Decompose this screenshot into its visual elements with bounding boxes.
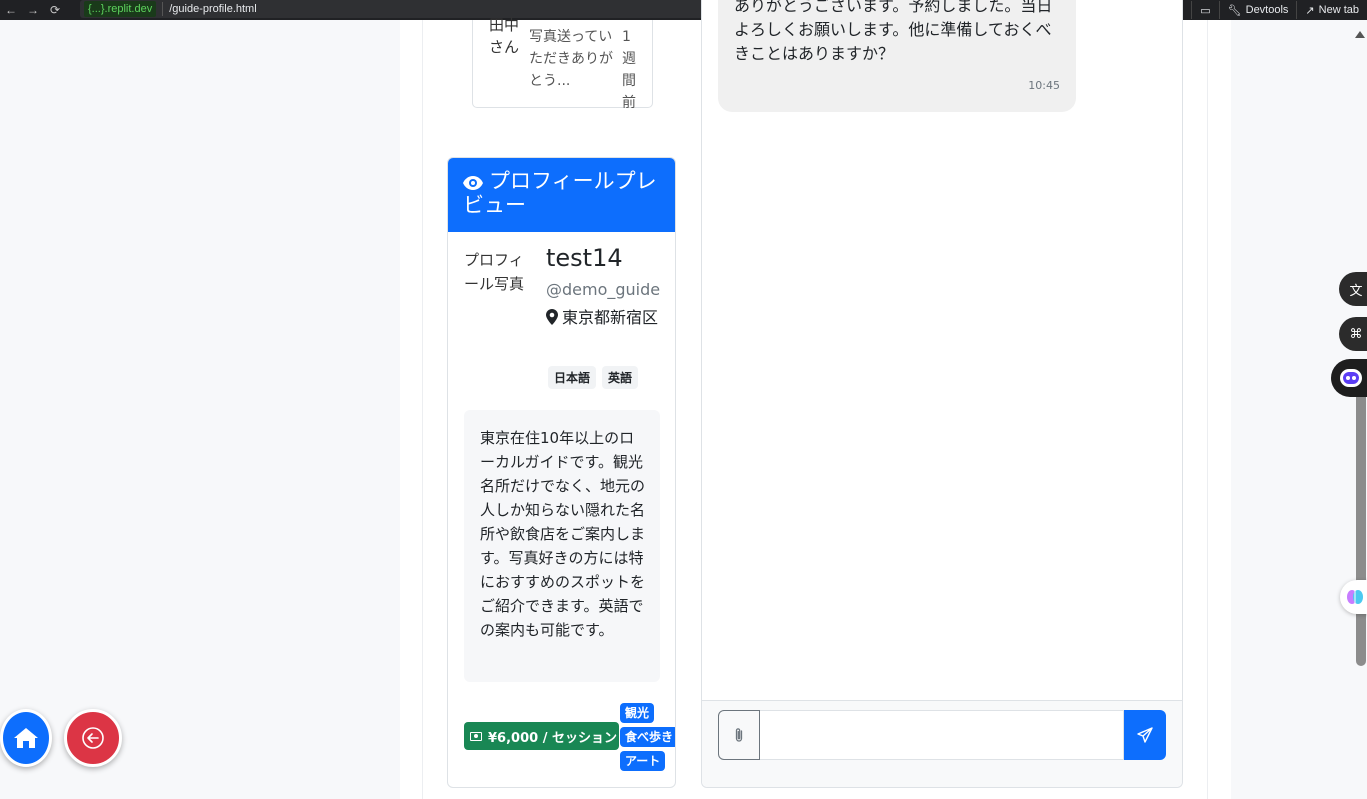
profile-preview-title: プロフィールプレビュー [463,169,657,217]
message-input[interactable] [760,710,1124,760]
new-tab-button[interactable]: ↗ New tab [1296,1,1367,19]
profile-preview-card: プロフィールプレビュー プロフィール写真 test14 @demo_guide … [447,157,676,788]
replit-domain-tag: {...}.replit.dev [84,1,157,17]
conversation-time: 1週間前 [622,29,636,111]
send-icon [1137,727,1153,743]
scrollbar-thumb[interactable] [1356,388,1366,666]
eye-icon [463,176,483,190]
profile-username: test14 [546,244,623,272]
language-badges: 日本語 英語 [548,366,639,389]
profile-preview-header: プロフィールプレビュー [448,158,675,232]
specialty-tag: 観光 [620,703,655,723]
conversation-list-item[interactable]: 田中さん 写真送っていただきありがとう... 1週間前 [472,16,653,111]
chat-panel: ありがとうございます。予約しました。当日 よろしくお願いします。他に準備しておく… [701,0,1183,788]
reload-icon[interactable]: ⟳ [44,3,66,17]
screen-icon[interactable]: ▭ [1191,1,1218,19]
paperclip-icon [735,728,743,742]
specialty-tag: アート [620,751,666,771]
translate-icon[interactable]: 文 [1339,272,1367,306]
robot-face-icon [1340,369,1362,387]
url-divider [162,2,164,16]
location-text: 東京都新宿区 [562,308,659,327]
profile-handle: @demo_guide [546,280,661,299]
arrow-left-circle-icon [82,727,104,749]
message-text: よろしくお願いします。他に準備しておくべきことはありますか？ [734,20,1052,63]
cash-icon [470,731,482,741]
attach-button[interactable] [718,710,760,760]
back-button[interactable] [64,709,122,767]
forward-arrow-icon[interactable]: → [22,3,44,17]
specialty-tags: 観光 食べ歩き アート [620,703,675,771]
apps-grid-icon[interactable]: ⌘ [1339,317,1367,351]
wrench-icon: 🔧︎ [1227,4,1242,17]
external-link-icon: ↗ [1305,4,1315,17]
message-time: 10:45 [1028,79,1060,92]
map-pin-icon [546,309,558,325]
scrollbar-up-arrow[interactable] [1355,31,1365,38]
new-tab-label: New tab [1318,4,1359,16]
avatar: 田中さん [489,16,520,56]
specialty-tag: 食べ歩き [620,727,675,747]
brain-shape-icon [1347,590,1363,604]
home-icon [14,728,38,748]
message-text-cut: ありがとうございます。予約しました。当日 [734,0,1053,15]
url-path: /guide-profile.html [169,3,257,15]
conversation-preview: 写真送っていただきありがとう... [529,29,613,89]
message-input-area [702,700,1182,787]
brain-icon[interactable] [1340,580,1367,614]
home-button[interactable] [0,709,52,767]
profile-photo: プロフィール写真 [464,251,525,293]
assistant-robot-icon[interactable] [1331,359,1367,397]
send-button[interactable] [1124,710,1166,760]
language-badge: 英語 [602,366,639,389]
container-border-right [1207,20,1208,799]
message-bubble: ありがとうございます。予約しました。当日 よろしくお願いします。他に準備しておく… [718,0,1076,112]
back-arrow-icon[interactable]: ← [0,3,22,17]
container-border-left [422,20,423,799]
devtools-label: Devtools [1245,4,1289,16]
language-badge: 日本語 [548,366,597,389]
devtools-button[interactable]: 🔧︎ Devtools [1218,1,1297,19]
price-text: ¥6,000 / セッション [488,730,617,746]
profile-location: 東京都新宿区 [546,306,666,330]
profile-bio: 東京在住10年以上のローカルガイドです。観光名所だけでなく、地元の人しか知らない… [464,410,660,682]
price-badge: ¥6,000 / セッション [464,722,619,750]
